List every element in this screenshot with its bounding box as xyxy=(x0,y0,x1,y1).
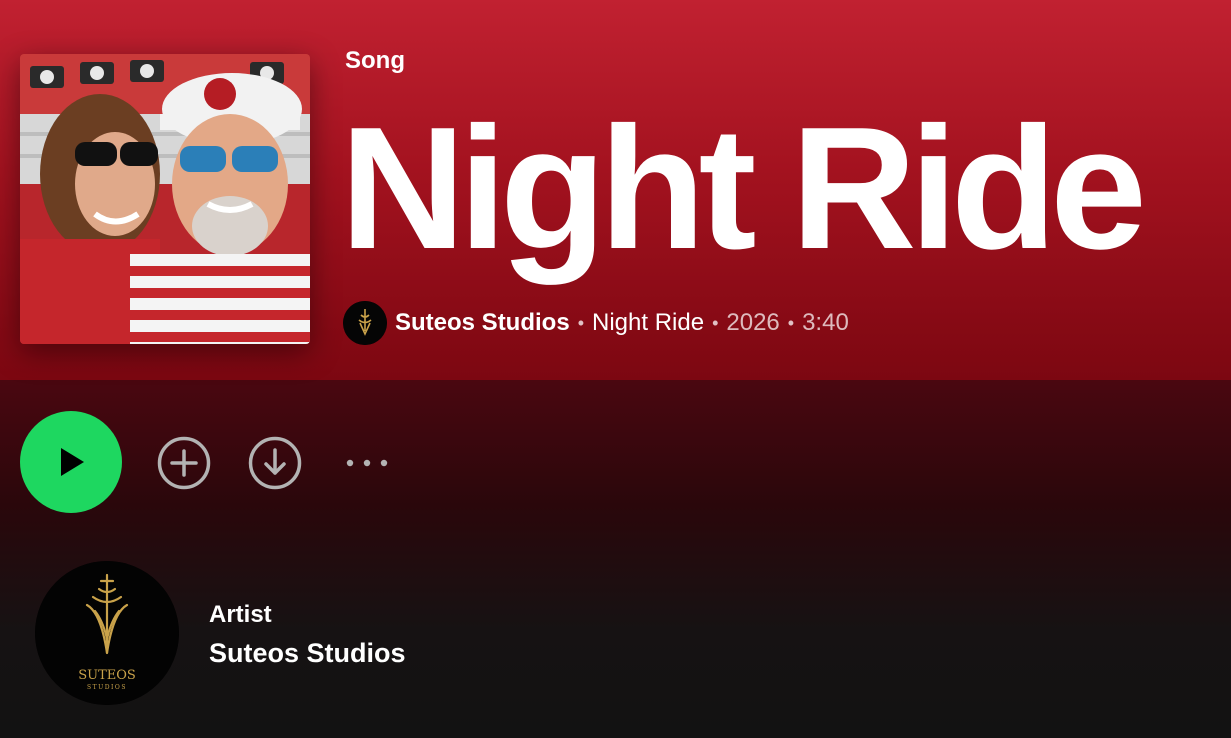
item-type-label: Song xyxy=(345,47,405,74)
separator-dot: • xyxy=(712,312,719,333)
separator-dot: • xyxy=(787,312,795,333)
artist-avatar[interactable]: SUTEOS STUDIOS xyxy=(35,561,179,705)
separator-dot: • xyxy=(577,312,584,333)
artist-name-link[interactable]: Suteos Studios xyxy=(209,638,406,669)
play-icon xyxy=(61,448,84,476)
logo-subtext: STUDIOS xyxy=(87,684,127,691)
add-to-library-button[interactable] xyxy=(157,436,211,490)
download-button[interactable] xyxy=(248,436,302,490)
more-options-icon xyxy=(346,459,388,467)
album-link[interactable]: Night Ride xyxy=(592,309,704,337)
artist-role-label: Artist xyxy=(209,601,272,628)
song-title: Night Ride xyxy=(340,90,1147,285)
download-circle-icon xyxy=(248,436,302,490)
artist-link[interactable]: Suteos Studios xyxy=(395,309,570,337)
album-cover xyxy=(20,54,310,344)
song-meta: Suteos Studios • Night Ride • 2026 • 3:4… xyxy=(343,301,849,345)
suteos-logo-icon xyxy=(343,301,387,345)
play-button[interactable] xyxy=(20,411,122,513)
more-options-button[interactable] xyxy=(340,436,394,490)
song-body xyxy=(0,380,1231,738)
song-duration: 3:40 xyxy=(802,309,849,336)
logo-text: SUTEOS xyxy=(78,668,136,683)
suteos-logo: SUTEOS STUDIOS xyxy=(35,561,179,705)
album-cover-photo xyxy=(20,54,310,344)
release-year: 2026 xyxy=(726,309,780,336)
artist-mini-avatar[interactable] xyxy=(343,301,387,345)
add-circle-icon xyxy=(157,436,211,490)
